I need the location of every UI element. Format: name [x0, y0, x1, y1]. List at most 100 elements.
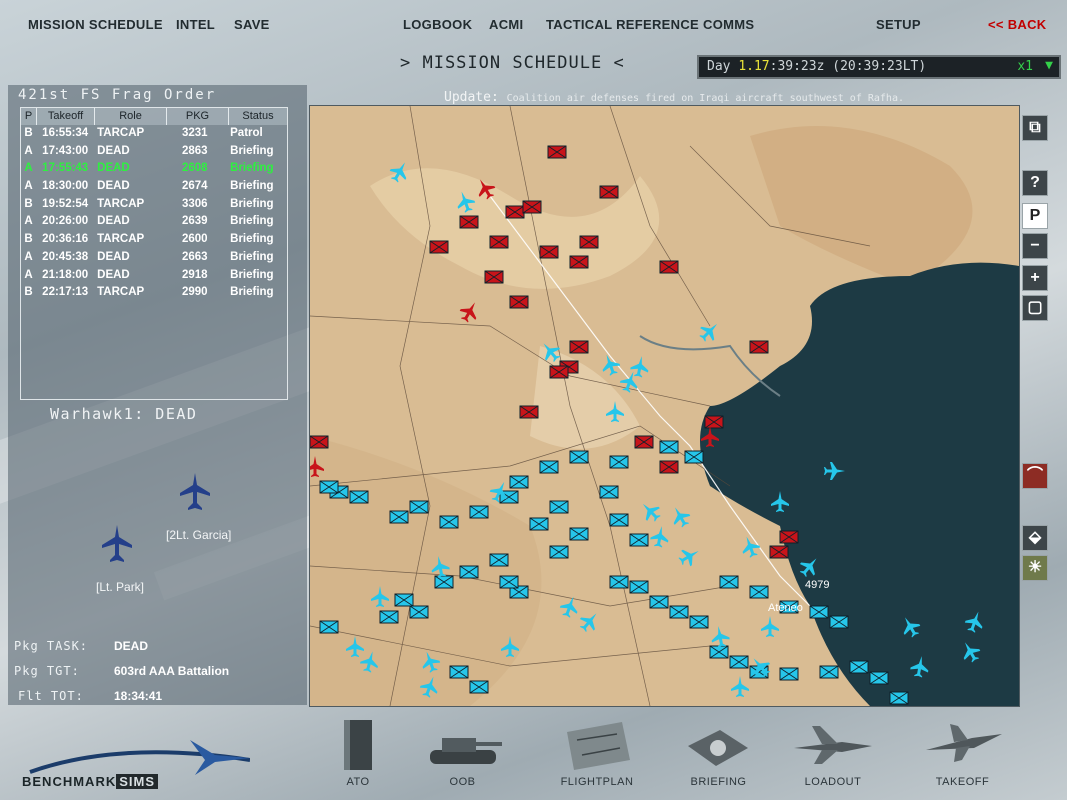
loadout-label: LOADOUT	[804, 776, 862, 788]
ato-button[interactable]: ATO	[318, 710, 398, 800]
cell-p: B	[24, 286, 33, 299]
time-compression[interactable]: x1	[1017, 59, 1033, 74]
menu-save[interactable]: SAVE	[234, 17, 270, 32]
col-header-status[interactable]: Status	[229, 108, 287, 125]
compression-dropdown-icon[interactable]: ▼	[1045, 58, 1053, 73]
cell-pkg: 3306	[181, 197, 208, 210]
table-header: P Takeoff Role PKG Status	[21, 108, 287, 125]
loadout-button[interactable]: LOADOUT	[788, 710, 878, 800]
cell-pkg: 2600	[181, 233, 208, 246]
map-canvas[interactable]: Ateneo 4979	[310, 106, 1019, 706]
table-row[interactable]: A 20:45:38 DEAD 2663 Briefing	[21, 249, 287, 267]
cell-takeoff: 22:17:13	[42, 286, 89, 299]
fit-map-icon[interactable]: ▢	[1022, 295, 1048, 321]
cell-pkg: 2990	[181, 286, 208, 299]
package-button[interactable]: P	[1022, 203, 1048, 229]
cell-status: Briefing	[230, 233, 274, 246]
briefing-label: BRIEFING	[690, 776, 747, 788]
zoom-in-icon[interactable]: +	[1022, 265, 1048, 291]
cell-p: A	[24, 144, 33, 157]
back-button[interactable]: << BACK	[988, 17, 1046, 32]
pilot-label-1: [2Lt. Garcia]	[166, 528, 232, 542]
col-header-takeoff[interactable]: Takeoff	[37, 108, 95, 125]
table-row[interactable]: A 17:55:43 DEAD 2608 Briefing	[21, 160, 287, 178]
bottom-nav: BENCHMARK SIMS ATO OOB FLIGHTPLAN BRIEFIN…	[0, 710, 1067, 800]
pkg-target-label: Pkg TGT:	[14, 664, 80, 678]
screen-title: > MISSION SCHEDULE <	[400, 53, 625, 73]
cell-takeoff: 21:18:00	[42, 268, 89, 281]
cell-role: DEAD	[97, 250, 130, 263]
top-menu-bar: MISSION SCHEDULE INTEL SAVE LOGBOOK ACMI…	[0, 0, 1067, 50]
help-button[interactable]: ?	[1022, 170, 1048, 196]
cell-p: B	[24, 127, 33, 139]
cell-takeoff: 17:55:43	[42, 162, 89, 175]
filter-icon[interactable]: ⬙	[1022, 525, 1048, 551]
table-row[interactable]: A 18:30:00 DEAD 2674 Briefing	[21, 178, 287, 196]
flightplan-label: FLIGHTPLAN	[560, 776, 634, 788]
cell-role: DEAD	[97, 144, 130, 157]
logo-text-sims: SIMS	[116, 774, 159, 789]
takeoff-button[interactable]: TAKEOFF	[920, 710, 1005, 800]
menu-intel[interactable]: INTEL	[176, 17, 215, 32]
weather-icon[interactable]: ☀	[1022, 555, 1048, 581]
ato-label: ATO	[346, 776, 370, 788]
clock-hour: .17	[746, 59, 770, 74]
map-label-ateneo: Ateneo	[768, 602, 803, 614]
table-row[interactable]: B 20:36:16 TARCAP 2600 Briefing	[21, 231, 287, 249]
menu-setup[interactable]: SETUP	[876, 17, 921, 32]
flight-tot-label: Flt TOT:	[18, 689, 84, 703]
clock-day-label: Day	[707, 59, 731, 74]
col-header-pkg[interactable]: PKG	[167, 108, 229, 125]
cell-role: DEAD	[97, 180, 130, 193]
map-label-4979: 4979	[805, 579, 829, 591]
binder-icon	[344, 720, 372, 770]
cell-status: Briefing	[230, 268, 274, 281]
cell-takeoff: 19:52:54	[42, 197, 89, 210]
aircraft-icon[interactable]	[178, 473, 212, 513]
pilot-label-2: [Lt. Park]	[96, 580, 145, 594]
col-header-p[interactable]: P	[21, 108, 37, 125]
menu-logbook[interactable]: LOGBOOK	[403, 17, 472, 32]
menu-tactical-reference[interactable]: TACTICAL REFERENCE	[546, 17, 699, 32]
flightplan-map-icon	[567, 722, 630, 770]
table-row[interactable]: A 21:18:00 DEAD 2918 Briefing	[21, 267, 287, 285]
cell-takeoff: 20:45:38	[42, 250, 89, 263]
cell-status: Patrol	[230, 127, 263, 139]
cell-role: TARCAP	[97, 286, 145, 299]
menu-acmi[interactable]: ACMI	[489, 17, 523, 32]
cell-pkg: 2918	[181, 268, 208, 281]
cell-status: Briefing	[230, 144, 274, 157]
threat-rings-icon[interactable]: ⌒	[1022, 463, 1048, 489]
update-ticker: Update: Coalition air defenses fired on …	[444, 90, 904, 105]
cell-role: TARCAP	[97, 233, 145, 246]
zoom-out-icon[interactable]: −	[1022, 233, 1048, 259]
pkg-task-label: Pkg TASK:	[14, 639, 89, 653]
tactical-map[interactable]: Ateneo 4979	[309, 105, 1020, 707]
pkg-task-value: DEAD	[114, 639, 149, 653]
table-row[interactable]: B 22:17:13 TARCAP 2990 Briefing	[21, 284, 287, 302]
update-message: Coalition air defenses fired on Iraqi ai…	[506, 93, 904, 104]
cell-role: DEAD	[97, 268, 130, 281]
takeoff-label: TAKEOFF	[935, 776, 990, 788]
cell-p: A	[24, 215, 33, 228]
cell-pkg: 2863	[181, 144, 208, 157]
frag-order-table: P Takeoff Role PKG Status B 16:55:34 TARCA…	[20, 107, 288, 400]
table-row[interactable]: B 16:55:34 TARCAP 3231 Patrol	[21, 125, 287, 143]
mission-clock: Day 1.17:39:23z (20:39:23LT) x1 ▼	[697, 55, 1061, 79]
map-window-toggle-button[interactable]: ⧉	[1022, 115, 1048, 141]
table-row[interactable]: A 17:43:00 DEAD 2863 Briefing	[21, 143, 287, 161]
table-row[interactable]: A 20:26:00 DEAD 2639 Briefing	[21, 213, 287, 231]
cell-status: Briefing	[230, 162, 274, 175]
cell-status: Briefing	[230, 286, 274, 299]
table-row[interactable]: B 19:52:54 TARCAP 3306 Briefing	[21, 196, 287, 214]
col-header-role[interactable]: Role	[95, 108, 167, 125]
briefing-button[interactable]: BRIEFING	[676, 710, 761, 800]
menu-mission-schedule[interactable]: MISSION SCHEDULE	[28, 17, 163, 32]
oob-button[interactable]: OOB	[420, 710, 505, 800]
jet-loadout-icon	[794, 726, 872, 764]
flightplan-button[interactable]: FLIGHTPLAN	[552, 710, 642, 800]
aircraft-icon[interactable]	[100, 525, 134, 565]
flight-tot-value: 18:34:41	[114, 689, 163, 703]
menu-comms[interactable]: COMMS	[703, 17, 754, 32]
cell-status: Briefing	[230, 197, 274, 210]
